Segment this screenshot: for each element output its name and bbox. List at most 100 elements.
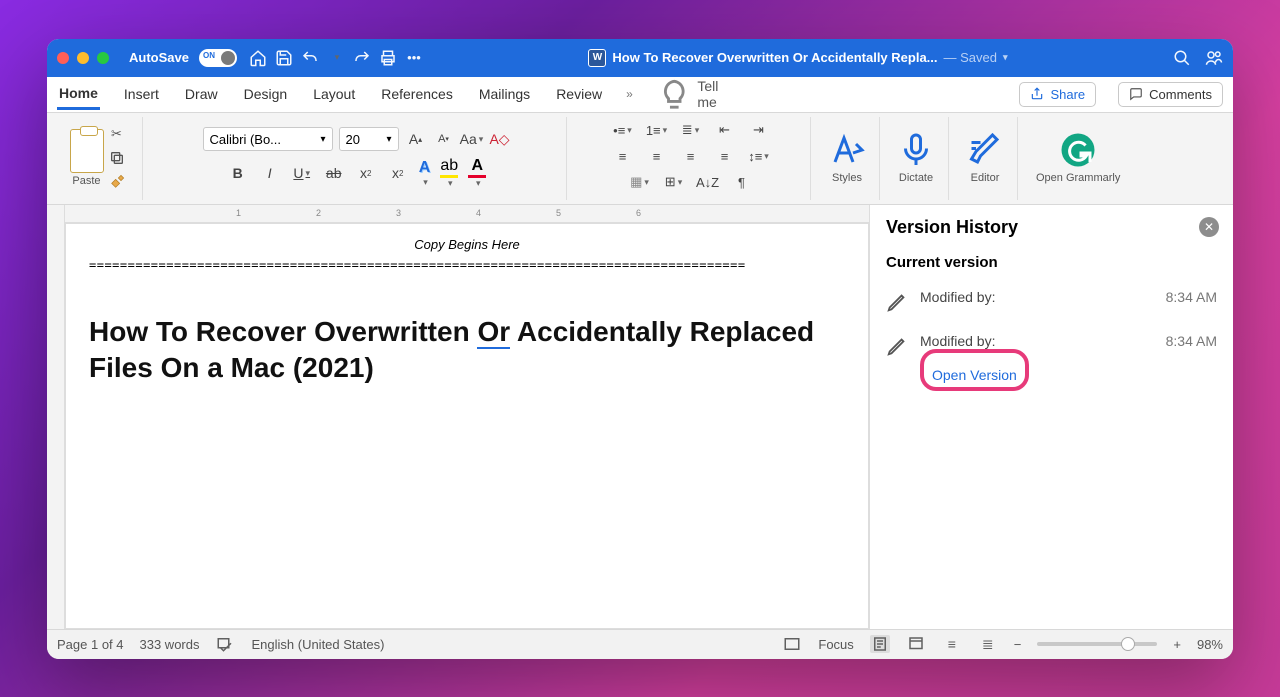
show-marks-icon[interactable]: ¶ [731,171,753,193]
pencil-icon [886,291,908,313]
overflow-tabs-icon[interactable]: » [626,87,633,101]
italic-button[interactable]: I [259,162,281,184]
decrease-indent-icon[interactable]: ⇤ [714,119,736,141]
maximize-window[interactable] [97,52,109,64]
grow-font-icon[interactable]: A▴ [405,128,427,150]
line-spacing-icon[interactable]: ↕≡ [748,145,770,167]
zoom-slider[interactable] [1037,642,1157,646]
view-outline-icon[interactable]: ≡ [942,635,962,653]
clear-format-icon[interactable]: A◇ [489,128,511,150]
dictate-icon [898,132,934,168]
subscript-button[interactable]: x2 [355,162,377,184]
open-version-highlight: Open Version [920,349,1029,391]
pencil-icon [886,335,908,357]
font-color-icon[interactable]: A [468,157,486,189]
text-effects-icon[interactable]: A [419,159,431,188]
document-area: 1 2 3 4 5 6 Copy Begins Here ===========… [47,205,869,629]
sort-icon[interactable]: A↓Z [697,171,719,193]
format-painter-icon[interactable] [108,174,126,190]
redo-icon[interactable] [353,49,371,67]
bullets-icon[interactable]: •≡ [612,119,634,141]
styles-group[interactable]: Styles [815,117,880,200]
focus-label[interactable]: Focus [818,637,853,652]
print-icon[interactable] [379,49,397,67]
document-page[interactable]: Copy Begins Here =======================… [65,223,869,629]
version-history-title: Version History [886,217,1217,238]
tab-design[interactable]: Design [242,80,290,108]
change-case-icon[interactable]: Aa [461,128,483,150]
autosave-label: AutoSave [129,50,189,65]
account-icon[interactable] [1205,49,1223,67]
tell-me[interactable]: Tell me [655,71,723,118]
view-print-icon[interactable] [870,635,890,653]
page-count[interactable]: Page 1 of 4 [57,637,124,652]
separator-line: ========================================… [89,258,845,272]
tab-mailings[interactable]: Mailings [477,80,532,108]
justify-icon[interactable]: ≡ [714,145,736,167]
tab-layout[interactable]: Layout [311,80,357,108]
close-window[interactable] [57,52,69,64]
word-count[interactable]: 333 words [140,637,200,652]
shading-icon[interactable]: ▦ [629,171,651,193]
increase-indent-icon[interactable]: ⇥ [748,119,770,141]
status-bar: Page 1 of 4 333 words English (United St… [47,629,1233,659]
paste-icon[interactable] [70,129,104,173]
version-entry[interactable]: Modified by: Open Version 8:34 AM [886,323,1217,401]
strikethrough-button[interactable]: ab [323,162,345,184]
language-status[interactable]: English (United States) [251,637,384,652]
numbering-icon[interactable]: 1≡ [646,119,668,141]
font-name-select[interactable]: Calibri (Bo...▾ [203,127,333,151]
horizontal-ruler[interactable]: 1 2 3 4 5 6 [65,205,869,223]
editor-group[interactable]: Editor [953,117,1018,200]
more-icon[interactable]: ••• [405,49,423,67]
shrink-font-icon[interactable]: A▾ [433,128,455,150]
cut-icon[interactable]: ✂ [108,126,126,142]
grammarly-group[interactable]: Open Grammarly [1022,117,1134,200]
dictate-group[interactable]: Dictate [884,117,949,200]
font-size-select[interactable]: 20▾ [339,127,399,151]
zoom-level[interactable]: 98% [1197,637,1223,652]
bold-button[interactable]: B [227,162,249,184]
home-icon[interactable] [249,49,267,67]
tab-references[interactable]: References [379,80,455,108]
view-draft-icon[interactable]: ≣ [978,635,998,653]
autosave-toggle[interactable]: ON [199,49,237,67]
share-button[interactable]: Share [1019,82,1096,107]
align-right-icon[interactable]: ≡ [680,145,702,167]
focus-icon[interactable] [782,635,802,653]
current-version-label: Current version [886,254,1217,271]
comments-button[interactable]: Comments [1118,82,1223,107]
tab-insert[interactable]: Insert [122,80,161,108]
document-title[interactable]: W How To Recover Overwritten Or Accident… [431,49,1165,67]
spellcheck-icon[interactable] [215,635,235,653]
minimize-window[interactable] [77,52,89,64]
version-entry[interactable]: Modified by: 8:34 AM [886,279,1217,323]
copy-icon[interactable] [108,150,126,166]
superscript-button[interactable]: x2 [387,162,409,184]
align-left-icon[interactable]: ≡ [612,145,634,167]
undo-dropdown[interactable] [327,49,345,67]
save-icon[interactable] [275,49,293,67]
underline-button[interactable]: U [291,162,313,184]
modified-by-label: Modified by: [920,333,1154,349]
zoom-out[interactable]: − [1014,637,1022,652]
document-heading: How To Recover Overwritten Or Accidental… [89,314,845,387]
version-time: 8:34 AM [1166,333,1217,349]
vertical-ruler[interactable] [47,205,65,629]
open-version-link[interactable]: Open Version [932,367,1017,383]
view-web-icon[interactable] [906,635,926,653]
borders-icon[interactable]: ⊞ [663,171,685,193]
tab-home[interactable]: Home [57,79,100,110]
tab-draw[interactable]: Draw [183,80,220,108]
undo-icon[interactable] [301,49,319,67]
ribbon: Paste ✂ Calibri (Bo...▾ 20▾ A▴ A▾ Aa A◇ … [47,113,1233,205]
zoom-in[interactable]: + [1173,637,1181,652]
window-controls [57,52,109,64]
tab-review[interactable]: Review [554,80,604,108]
search-icon[interactable] [1173,49,1191,67]
multilevel-list-icon[interactable]: ≣ [680,119,702,141]
highlight-color-icon[interactable]: ab [440,157,458,189]
close-pane-icon[interactable]: ✕ [1199,217,1219,237]
header-text: Copy Begins Here [89,237,845,252]
align-center-icon[interactable]: ≡ [646,145,668,167]
